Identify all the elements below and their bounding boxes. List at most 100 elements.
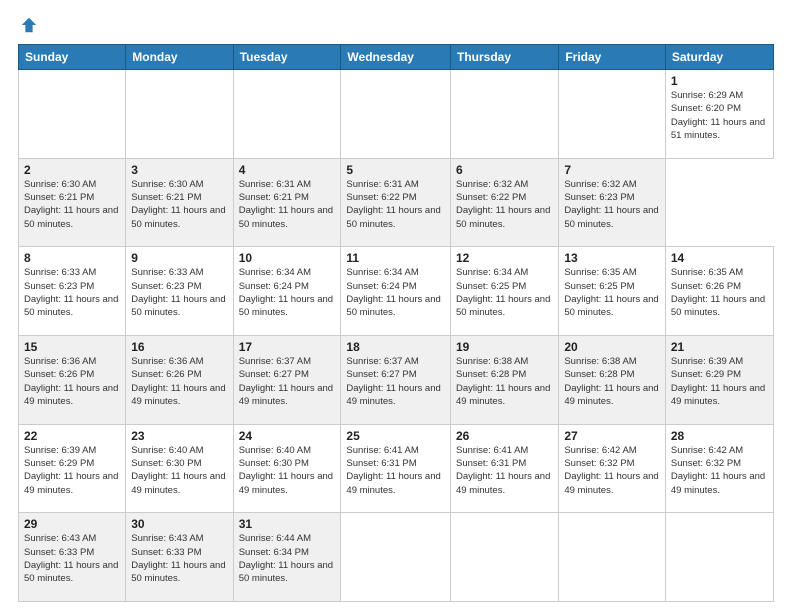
day-info: Sunrise: 6:34 AMSunset: 6:24 PMDaylight:… [346, 267, 440, 318]
day-cell-23: 23Sunrise: 6:40 AMSunset: 6:30 PMDayligh… [126, 424, 233, 513]
day-info: Sunrise: 6:37 AMSunset: 6:27 PMDaylight:… [239, 356, 333, 407]
calendar-table: SundayMondayTuesdayWednesdayThursdayFrid… [18, 44, 774, 602]
day-info: Sunrise: 6:30 AMSunset: 6:21 PMDaylight:… [131, 179, 225, 230]
day-number: 10 [239, 251, 336, 265]
day-cell-21: 21Sunrise: 6:39 AMSunset: 6:29 PMDayligh… [665, 335, 773, 424]
day-number: 26 [456, 429, 553, 443]
day-cell-25: 25 Sunrise: 6:41 AMSunset: 6:31 PMDayligh… [341, 424, 451, 513]
day-number: 13 [564, 251, 660, 265]
day-cell-17: 17 Sunrise: 6:37 AMSunset: 6:27 PMDayligh… [233, 335, 341, 424]
header [18, 16, 774, 34]
day-cell-13: 13 Sunrise: 6:35 AMSunset: 6:25 PMDayligh… [559, 247, 666, 336]
day-number: 30 [131, 517, 227, 531]
day-cell-16: 16Sunrise: 6:36 AMSunset: 6:26 PMDayligh… [126, 335, 233, 424]
calendar-header-row: SundayMondayTuesdayWednesdayThursdayFrid… [19, 45, 774, 70]
day-info: Sunrise: 6:42 AMSunset: 6:32 PMDaylight:… [671, 445, 765, 496]
empty-cell [559, 70, 666, 159]
empty-cell [451, 70, 559, 159]
day-cell-29: 29 Sunrise: 6:43 AMSunset: 6:33 PMDayligh… [19, 513, 126, 602]
day-cell-15: 15 Sunrise: 6:36 AMSunset: 6:26 PMDayligh… [19, 335, 126, 424]
day-number: 24 [239, 429, 336, 443]
day-cell-12: 12 Sunrise: 6:34 AMSunset: 6:25 PMDayligh… [451, 247, 559, 336]
day-header-sunday: Sunday [19, 45, 126, 70]
day-cell-3: 3Sunrise: 6:30 AMSunset: 6:21 PMDaylight… [126, 158, 233, 247]
empty-cell [126, 70, 233, 159]
day-cell-2: 2 Sunrise: 6:30 AMSunset: 6:21 PMDaylight… [19, 158, 126, 247]
day-number: 17 [239, 340, 336, 354]
page: SundayMondayTuesdayWednesdayThursdayFrid… [0, 0, 792, 612]
day-number: 25 [346, 429, 445, 443]
day-cell-19: 19 Sunrise: 6:38 AMSunset: 6:28 PMDayligh… [451, 335, 559, 424]
day-number: 6 [456, 163, 553, 177]
day-number: 7 [564, 163, 660, 177]
day-number: 1 [671, 74, 768, 88]
empty-cell [665, 513, 773, 602]
day-cell-30: 30 Sunrise: 6:43 AMSunset: 6:33 PMDayligh… [126, 513, 233, 602]
day-cell-28: 28 Sunrise: 6:42 AMSunset: 6:32 PMDayligh… [665, 424, 773, 513]
empty-cell [341, 70, 451, 159]
day-cell-11: 11 Sunrise: 6:34 AMSunset: 6:24 PMDayligh… [341, 247, 451, 336]
day-info: Sunrise: 6:34 AMSunset: 6:24 PMDaylight:… [239, 267, 333, 318]
day-number: 5 [346, 163, 445, 177]
day-cell-7: 7 Sunrise: 6:32 AMSunset: 6:23 PMDaylight… [559, 158, 666, 247]
day-info: Sunrise: 6:41 AMSunset: 6:31 PMDaylight:… [456, 445, 550, 496]
day-number: 12 [456, 251, 553, 265]
day-number: 9 [131, 251, 227, 265]
day-number: 15 [24, 340, 120, 354]
calendar-week-2: 2 Sunrise: 6:30 AMSunset: 6:21 PMDaylight… [19, 158, 774, 247]
day-number: 2 [24, 163, 120, 177]
day-number: 20 [564, 340, 660, 354]
day-number: 29 [24, 517, 120, 531]
day-info: Sunrise: 6:43 AMSunset: 6:33 PMDaylight:… [24, 533, 118, 584]
calendar-week-1: 1 Sunrise: 6:29 AMSunset: 6:20 PMDaylight… [19, 70, 774, 159]
day-number: 14 [671, 251, 768, 265]
empty-cell [341, 513, 451, 602]
day-cell-26: 26 Sunrise: 6:41 AMSunset: 6:31 PMDayligh… [451, 424, 559, 513]
day-number: 28 [671, 429, 768, 443]
calendar-week-6: 29 Sunrise: 6:43 AMSunset: 6:33 PMDayligh… [19, 513, 774, 602]
day-info: Sunrise: 6:37 AMSunset: 6:27 PMDaylight:… [346, 356, 440, 407]
day-number: 8 [24, 251, 120, 265]
day-info: Sunrise: 6:38 AMSunset: 6:28 PMDaylight:… [564, 356, 658, 407]
day-info: Sunrise: 6:34 AMSunset: 6:25 PMDaylight:… [456, 267, 550, 318]
day-number: 22 [24, 429, 120, 443]
calendar-week-3: 8 Sunrise: 6:33 AMSunset: 6:23 PMDaylight… [19, 247, 774, 336]
day-header-friday: Friday [559, 45, 666, 70]
day-cell-20: 20 Sunrise: 6:38 AMSunset: 6:28 PMDayligh… [559, 335, 666, 424]
day-info: Sunrise: 6:38 AMSunset: 6:28 PMDaylight:… [456, 356, 550, 407]
day-info: Sunrise: 6:32 AMSunset: 6:23 PMDaylight:… [564, 179, 658, 230]
day-cell-22: 22 Sunrise: 6:39 AMSunset: 6:29 PMDayligh… [19, 424, 126, 513]
day-info: Sunrise: 6:33 AMSunset: 6:23 PMDaylight:… [131, 267, 225, 318]
day-number: 4 [239, 163, 336, 177]
empty-cell [19, 70, 126, 159]
day-info: Sunrise: 6:29 AMSunset: 6:20 PMDaylight:… [671, 90, 765, 141]
calendar-week-5: 22 Sunrise: 6:39 AMSunset: 6:29 PMDayligh… [19, 424, 774, 513]
day-header-tuesday: Tuesday [233, 45, 341, 70]
empty-cell [451, 513, 559, 602]
day-cell-18: 18Sunrise: 6:37 AMSunset: 6:27 PMDayligh… [341, 335, 451, 424]
day-info: Sunrise: 6:40 AMSunset: 6:30 PMDaylight:… [239, 445, 333, 496]
day-header-monday: Monday [126, 45, 233, 70]
day-info: Sunrise: 6:35 AMSunset: 6:26 PMDaylight:… [671, 267, 765, 318]
day-info: Sunrise: 6:39 AMSunset: 6:29 PMDaylight:… [24, 445, 118, 496]
day-info: Sunrise: 6:30 AMSunset: 6:21 PMDaylight:… [24, 179, 118, 230]
day-cell-5: 5Sunrise: 6:31 AMSunset: 6:22 PMDaylight… [341, 158, 451, 247]
day-info: Sunrise: 6:39 AMSunset: 6:29 PMDaylight:… [671, 356, 765, 407]
day-info: Sunrise: 6:41 AMSunset: 6:31 PMDaylight:… [346, 445, 440, 496]
day-cell-27: 27Sunrise: 6:42 AMSunset: 6:32 PMDayligh… [559, 424, 666, 513]
day-number: 11 [346, 251, 445, 265]
day-info: Sunrise: 6:36 AMSunset: 6:26 PMDaylight:… [131, 356, 225, 407]
day-cell-10: 10 Sunrise: 6:34 AMSunset: 6:24 PMDayligh… [233, 247, 341, 336]
day-info: Sunrise: 6:35 AMSunset: 6:25 PMDaylight:… [564, 267, 658, 318]
day-cell-24: 24 Sunrise: 6:40 AMSunset: 6:30 PMDayligh… [233, 424, 341, 513]
day-info: Sunrise: 6:36 AMSunset: 6:26 PMDaylight:… [24, 356, 118, 407]
empty-cell [559, 513, 666, 602]
empty-cell [233, 70, 341, 159]
day-number: 19 [456, 340, 553, 354]
day-cell-8: 8Sunrise: 6:33 AMSunset: 6:23 PMDaylight… [19, 247, 126, 336]
logo [18, 16, 38, 34]
day-info: Sunrise: 6:31 AMSunset: 6:21 PMDaylight:… [239, 179, 333, 230]
day-info: Sunrise: 6:44 AMSunset: 6:34 PMDaylight:… [239, 533, 333, 584]
day-number: 27 [564, 429, 660, 443]
day-info: Sunrise: 6:43 AMSunset: 6:33 PMDaylight:… [131, 533, 225, 584]
